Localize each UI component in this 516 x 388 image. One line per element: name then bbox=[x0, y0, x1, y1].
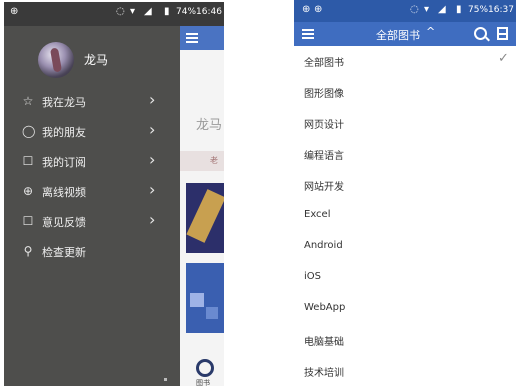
avatar[interactable] bbox=[38, 42, 74, 78]
battery-percent: 74% bbox=[176, 7, 197, 17]
category-item-all-books[interactable]: 全部图书 ✓ bbox=[294, 46, 516, 76]
book-cover-image bbox=[186, 183, 224, 253]
background-app-title: 龙马 bbox=[196, 118, 223, 133]
category-label: WebApp bbox=[304, 302, 346, 313]
category-item[interactable]: 网站开发 bbox=[294, 170, 516, 200]
category-label: Android bbox=[304, 240, 343, 251]
category-label: 技术培训 bbox=[304, 368, 344, 379]
background-app[interactable]: 龙马 老 图书 bbox=[180, 26, 224, 386]
status-time: 16:46 bbox=[196, 7, 222, 17]
chevron-right-icon: › bbox=[149, 90, 156, 109]
drawer-item-label: 意见反馈 bbox=[42, 216, 86, 229]
drawer-item-check-update[interactable]: ⚲ 检查更新 bbox=[4, 238, 180, 266]
toolbar: 全部图书 ^ bbox=[294, 22, 516, 46]
drawer-item-my-friends[interactable]: ◯ 我的朋友 › bbox=[4, 118, 180, 146]
drawer-item-label: 检查更新 bbox=[42, 246, 86, 259]
wifi-icon: ▾ bbox=[130, 6, 136, 17]
search-icon: ⚲ bbox=[23, 244, 33, 258]
chevron-right-icon: › bbox=[149, 210, 156, 229]
search-icon[interactable] bbox=[474, 27, 487, 40]
alarm-icon: ◌ bbox=[410, 4, 419, 15]
chevron-up-icon[interactable]: ^ bbox=[426, 25, 435, 38]
chevron-right-icon: › bbox=[149, 180, 156, 199]
category-item[interactable]: Android bbox=[294, 232, 516, 262]
drawer-item-label: 我在龙马 bbox=[42, 96, 86, 109]
download-icon: ⊕ bbox=[22, 184, 34, 198]
status-time: 16:37 bbox=[488, 5, 514, 15]
category-item[interactable]: 技术培训 bbox=[294, 356, 516, 386]
battery-percent: 75% bbox=[468, 5, 489, 15]
book-cover-image bbox=[186, 263, 224, 333]
category-dropdown-title[interactable]: 全部图书 bbox=[376, 27, 420, 43]
battery-icon: ▮ bbox=[164, 6, 170, 17]
right-phone-screen: ⊕ ⊕ ◌ ▾ ◢ ▮ 75% 16:37 全部图书 ^ 全部图书 ✓ 图形图像… bbox=[294, 0, 516, 388]
left-phone-screen: ⊕ ◌ ▾ ◢ ▮ 74% 16:46 龙马 老 图书 龙马 ☆ 我在龙马 › … bbox=[4, 2, 224, 386]
navigation-drawer: 龙马 ☆ 我在龙马 › ◯ 我的朋友 › ☐ 我的订阅 › ⊕ 离线视频 › ☐… bbox=[4, 26, 180, 386]
checkmark-icon: ✓ bbox=[498, 51, 509, 66]
feedback-icon: ☐ bbox=[22, 214, 34, 228]
notification-icon: ⊕ bbox=[302, 4, 311, 15]
category-item[interactable]: Excel bbox=[294, 201, 516, 231]
category-item[interactable]: 网页设计 bbox=[294, 108, 516, 138]
wifi-icon: ▾ bbox=[424, 4, 430, 15]
category-label: 全部图书 bbox=[304, 58, 344, 69]
category-label: Excel bbox=[304, 209, 331, 220]
banner-label: 老 bbox=[210, 156, 218, 165]
category-label: 网页设计 bbox=[304, 120, 344, 131]
menu-icon[interactable] bbox=[302, 29, 314, 39]
divider bbox=[164, 378, 167, 381]
menu-icon bbox=[186, 33, 198, 43]
drawer-item-offline-videos[interactable]: ⊕ 离线视频 › bbox=[4, 178, 180, 206]
chat-bubble-icon: ◯ bbox=[22, 124, 36, 138]
drawer-item-label: 我的订阅 bbox=[42, 156, 86, 169]
status-bar: ⊕ ◌ ▾ ◢ ▮ 74% 16:46 bbox=[4, 2, 224, 26]
category-item[interactable]: 图形图像 bbox=[294, 77, 516, 107]
books-tab-icon bbox=[196, 359, 214, 377]
drawer-item-my-longma[interactable]: ☆ 我在龙马 › bbox=[4, 88, 180, 116]
alarm-icon: ◌ bbox=[116, 6, 125, 17]
status-bar: ⊕ ⊕ ◌ ▾ ◢ ▮ 75% 16:37 bbox=[294, 0, 516, 22]
category-item[interactable]: iOS bbox=[294, 263, 516, 293]
category-label: 电脑基础 bbox=[304, 337, 344, 348]
background-app-banner: 老 bbox=[180, 151, 224, 171]
drawer-item-feedback[interactable]: ☐ 意见反馈 › bbox=[4, 208, 180, 236]
bookshelf-icon[interactable] bbox=[497, 27, 508, 40]
battery-icon: ▮ bbox=[456, 4, 462, 15]
category-label: 网站开发 bbox=[304, 182, 344, 193]
category-item[interactable]: 编程语言 bbox=[294, 139, 516, 169]
star-icon: ☆ bbox=[22, 94, 34, 108]
category-label: iOS bbox=[304, 271, 321, 282]
drawer-item-label: 我的朋友 bbox=[42, 126, 86, 139]
notification-icon: ⊕ bbox=[314, 4, 323, 15]
category-label: 编程语言 bbox=[304, 151, 344, 162]
background-app-toolbar bbox=[180, 26, 224, 50]
signal-icon: ◢ bbox=[438, 4, 446, 15]
category-label: 图形图像 bbox=[304, 89, 344, 100]
chevron-right-icon: › bbox=[149, 120, 156, 139]
category-item[interactable]: WebApp bbox=[294, 294, 516, 324]
chevron-right-icon: › bbox=[149, 150, 156, 169]
books-tab-label: 图书 bbox=[196, 379, 210, 386]
drawer-item-label: 离线视频 bbox=[42, 186, 86, 199]
subscribe-icon: ☐ bbox=[22, 154, 34, 168]
user-name: 龙马 bbox=[84, 53, 109, 67]
notification-icon: ⊕ bbox=[10, 6, 19, 17]
drawer-item-my-subscriptions[interactable]: ☐ 我的订阅 › bbox=[4, 148, 180, 176]
signal-icon: ◢ bbox=[144, 6, 152, 17]
category-item[interactable]: 电脑基础 bbox=[294, 325, 516, 355]
